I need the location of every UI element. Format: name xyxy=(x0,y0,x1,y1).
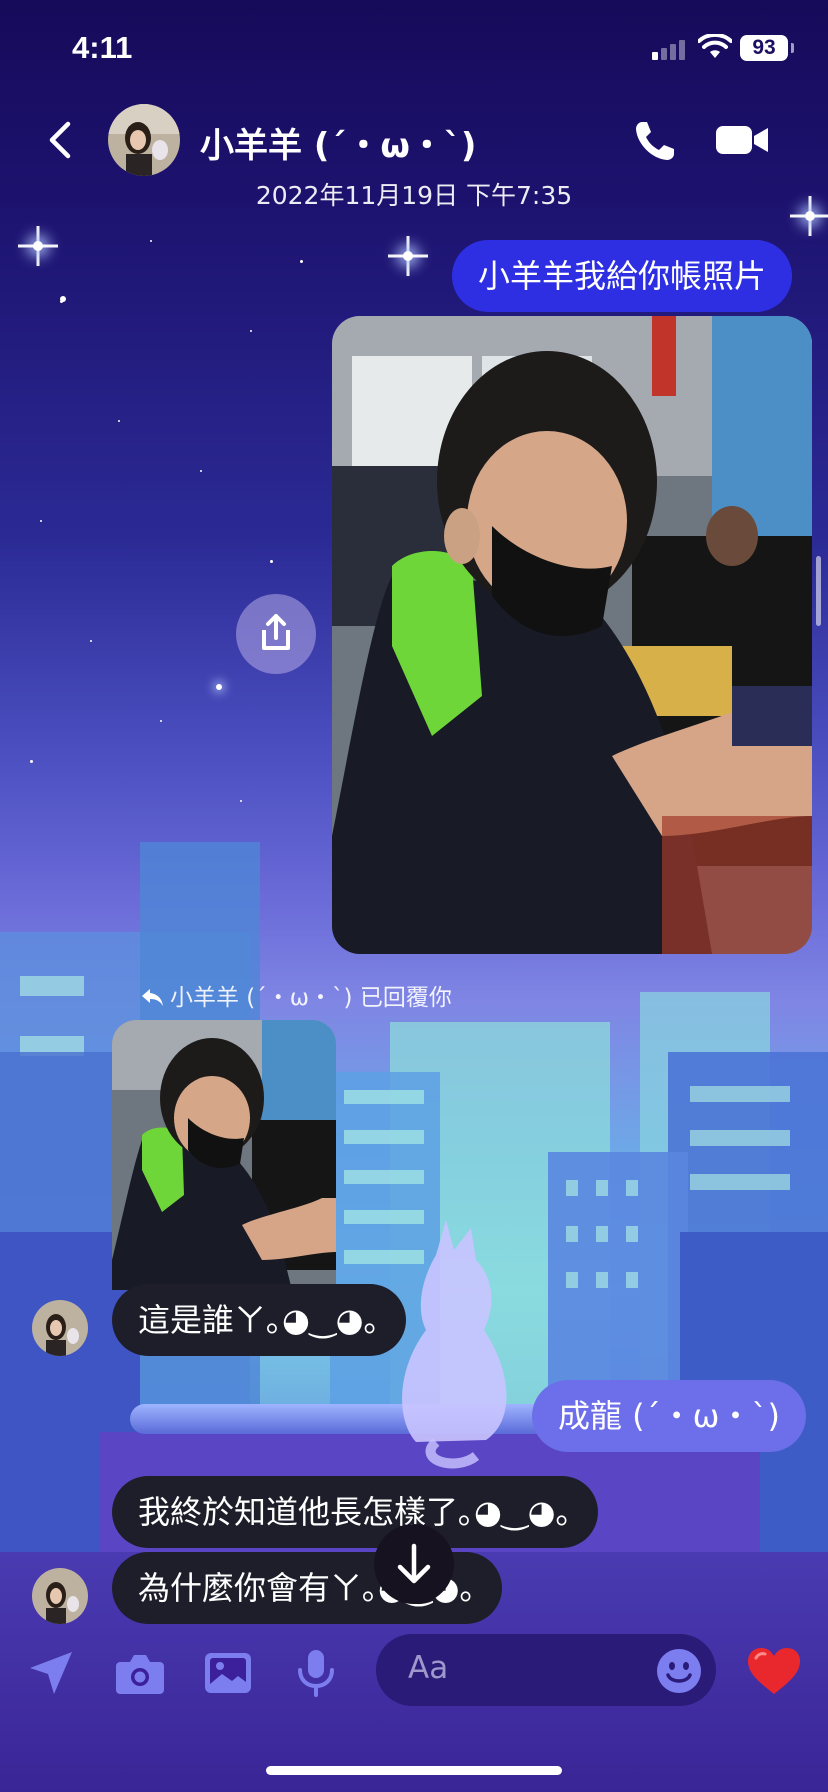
contact-name[interactable]: 小羊羊 (´・ω・`) xyxy=(200,118,476,167)
wifi-icon xyxy=(698,34,732,58)
sender-avatar[interactable] xyxy=(32,1300,88,1356)
emoji-icon[interactable] xyxy=(656,1648,702,1694)
message-outgoing[interactable]: 成龍 (´・ω・`) xyxy=(532,1380,806,1452)
video-camera-icon[interactable] xyxy=(714,122,770,158)
message-photo[interactable] xyxy=(332,316,812,954)
scrollbar[interactable] xyxy=(816,556,821,626)
scroll-to-bottom-button[interactable] xyxy=(374,1524,454,1604)
camera-icon[interactable] xyxy=(114,1648,166,1698)
contact-avatar[interactable] xyxy=(108,104,180,176)
microphone-icon[interactable] xyxy=(290,1648,342,1698)
reply-indicator: 小羊羊 (´・ω・`) 已回覆你 xyxy=(140,978,452,1012)
message-incoming[interactable]: 我終於知道他長怎樣了｡◕‿◕｡ xyxy=(112,1476,598,1548)
home-indicator xyxy=(266,1766,562,1775)
reply-note-text: 小羊羊 (´・ω・`) 已回覆你 xyxy=(170,985,452,1011)
cellular-signal-icon xyxy=(652,40,685,60)
heart-icon[interactable] xyxy=(746,1646,802,1696)
reply-arrow-icon xyxy=(142,989,163,1006)
replied-photo[interactable] xyxy=(112,1020,336,1290)
chat-screen: 4:11 93 小羊羊 (´・ω・`) 2022年11月19日 下午7:35 小… xyxy=(0,0,828,1792)
share-icon xyxy=(262,614,290,650)
battery-indicator: 93 xyxy=(740,35,794,61)
arrow-down-icon xyxy=(397,1543,431,1584)
share-button[interactable] xyxy=(236,594,316,674)
sender-avatar[interactable] xyxy=(32,1568,88,1624)
gallery-icon[interactable] xyxy=(202,1648,254,1698)
status-time: 4:11 xyxy=(72,30,133,65)
phone-icon[interactable] xyxy=(632,118,678,164)
conversation-timestamp: 2022年11月19日 下午7:35 xyxy=(255,181,573,210)
message-outgoing[interactable]: 小羊羊我給你帳照片 xyxy=(452,240,793,312)
back-chevron-icon[interactable] xyxy=(40,118,80,162)
status-bar: 4:11 93 xyxy=(0,0,828,100)
location-arrow-icon[interactable] xyxy=(26,1648,78,1698)
message-input-placeholder: Aa xyxy=(408,1650,449,1686)
message-incoming[interactable]: 這是誰ㄚ｡◕‿◕｡ xyxy=(112,1284,406,1356)
